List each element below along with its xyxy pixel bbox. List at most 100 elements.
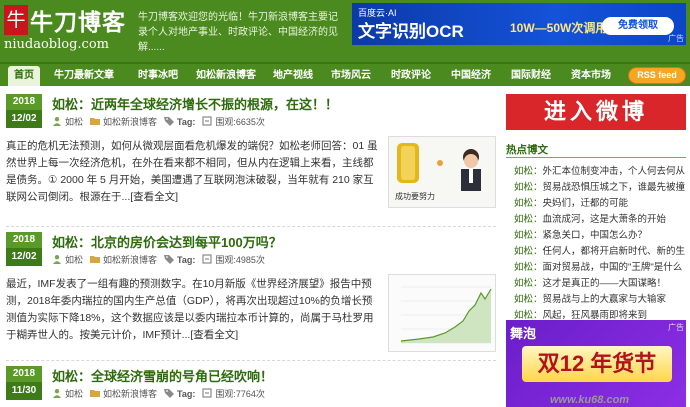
hot-post-author: 如松：: [514, 166, 543, 177]
hot-post-title[interactable]: 任何人，都将开启新时代、新的生: [543, 246, 686, 257]
top-ad-banner[interactable]: 百度云·AI 文字识别OCR 10W—50W次调用 免费领取 广告: [352, 3, 686, 45]
post-category[interactable]: 如松新浪博客: [103, 255, 157, 265]
read-more-link[interactable]: [查看全文]: [130, 191, 178, 203]
main-nav: 首页 牛刀最新文章 时事冰吧 如松新浪博客 地产视线 市场风云 时政评论 中国经…: [0, 62, 690, 86]
post-tag-label: Tag:: [177, 117, 196, 127]
hot-post-title[interactable]: 紧急关口，中国怎么办？: [543, 230, 648, 241]
hot-post-link[interactable]: 如松：贸易战与上的大赢家与大输家: [514, 291, 686, 305]
post-title-link[interactable]: 如松：北京的房价会达到每平100万吗？: [52, 232, 282, 251]
post-day: 12/02: [6, 110, 42, 128]
nav-capital-market[interactable]: 资本市场: [564, 66, 618, 86]
hot-post-title[interactable]: 贸易战与上的大赢家与大输家: [543, 294, 667, 305]
post-item: 2018 12/02 如松：近两年全球经济增长不振的根源，在这！！ 如松 如松新浪…: [6, 94, 496, 226]
post-excerpt: 最近，IMF发表了一组有趣的预测数字。在10月新版《世界经济展望》报告中预测，2…: [6, 276, 378, 344]
post-thumbnail[interactable]: [388, 274, 496, 352]
post-year: 2018: [6, 366, 42, 382]
views-icon: [202, 254, 212, 264]
excerpt-text: 真正的危机无法预测，如何从微观层面看危机爆发的端倪？如松老师回答：01 虽然世界…: [6, 140, 378, 203]
hot-post-title[interactable]: 面对贸易战，中国的"王牌"是什么: [543, 262, 683, 273]
hot-posts-title: 热点博文: [506, 144, 548, 156]
ad-label: 广告: [668, 34, 684, 43]
nav-china-economy[interactable]: 中国经济: [444, 66, 498, 86]
hot-post-link[interactable]: 如松：这才是真正的——大国谋略！: [514, 275, 686, 289]
hot-post-link[interactable]: 如松：任何人，都将开启新时代、新的生: [514, 243, 686, 257]
folder-icon: [90, 118, 101, 125]
site-name[interactable]: 牛刀博客: [30, 3, 126, 37]
post-title-link[interactable]: 如松：全球经济雪崩的号角已经吹响！: [52, 366, 273, 385]
views-icon: [202, 388, 212, 398]
hot-post-link[interactable]: 如松：风起，狂风暴雨即将来到: [514, 307, 686, 321]
hot-post-title[interactable]: 血流成河，这是大萧条的开始: [543, 214, 667, 225]
divider: [6, 360, 496, 361]
post-views: 围观:7764次: [215, 389, 265, 399]
hot-post-author: 如松：: [514, 262, 543, 273]
hot-post-author: 如松：: [514, 198, 543, 209]
site-header: 牛 牛刀博客 niudaoblog.com 牛刀博客欢迎您的光临！牛刀新浪博客主…: [0, 0, 690, 62]
hot-post-link[interactable]: 如松：外汇本位制变冲击，个人何去何从: [514, 163, 686, 177]
post-author[interactable]: 如松: [65, 117, 83, 127]
post-author[interactable]: 如松: [65, 255, 83, 265]
tag-icon: [164, 117, 175, 126]
hot-post-link[interactable]: 如松：贸易战恐惧压城之下，谁最先被撞: [514, 179, 686, 193]
divider: [6, 226, 496, 227]
thumbnail-caption: 成功要努力: [395, 192, 435, 201]
nav-politics[interactable]: 时政评论: [384, 66, 438, 86]
ad2-label: 广告: [668, 323, 684, 332]
thumbnail-chart-image: [389, 275, 495, 351]
hot-post-title[interactable]: 央妈们，迁都的可能: [543, 198, 629, 209]
ad2-brand: 舞泡: [510, 326, 537, 341]
post-meta: 如松 如松新浪博客 Tag: 围观:7764次: [52, 387, 265, 400]
post-tag-label: Tag:: [177, 389, 196, 399]
hot-post-link[interactable]: 如松：血流成河，这是大萧条的开始: [514, 211, 686, 225]
ad2-headline: 双12 年货节: [522, 346, 672, 382]
site-logo[interactable]: 牛: [4, 5, 28, 35]
ad-cta-button[interactable]: 免费领取: [602, 17, 674, 35]
post-category[interactable]: 如松新浪博客: [103, 389, 157, 399]
nav-intl-finance[interactable]: 国际财经: [504, 66, 558, 86]
date-badge: 2018 12/02: [6, 232, 42, 266]
rss-feed-button[interactable]: RSS feed: [628, 67, 686, 84]
post-title-link[interactable]: 如松：近两年全球经济增长不振的根源，在这！！: [52, 94, 338, 113]
nav-sina-blog[interactable]: 如松新浪博客: [190, 66, 262, 86]
hot-post-author: 如松：: [514, 278, 543, 289]
post-item: 2018 11/30 如松：全球经济雪崩的号角已经吹响！ 如松 如松新浪博客 Tag…: [6, 366, 496, 407]
site-domain: niudaoblog.com: [4, 37, 109, 52]
hot-posts-divider: [506, 157, 686, 158]
site-description: 牛刀博客欢迎您的光临！牛刀新浪博客主要记录个人对地产事业、时政评论、中国经济的见…: [138, 12, 338, 53]
post-year: 2018: [6, 94, 42, 110]
date-badge: 2018 11/30: [6, 366, 42, 400]
ad-title: 文字识别OCR: [358, 22, 464, 41]
read-more-link[interactable]: [查看全文]: [190, 329, 238, 341]
post-day: 11/30: [6, 382, 42, 400]
author-icon: [53, 255, 61, 264]
nav-home[interactable]: 首页: [8, 66, 40, 86]
hot-post-link[interactable]: 如松：面对贸易战，中国的"王牌"是什么: [514, 259, 686, 273]
hot-post-link[interactable]: 如松：央妈们，迁都的可能: [514, 195, 686, 209]
nav-real-estate[interactable]: 地产视线: [268, 66, 318, 86]
post-day: 12/02: [6, 248, 42, 266]
post-meta: 如松 如松新浪博客 Tag: 围观:4985次: [52, 253, 265, 266]
ad-subtitle: 10W—50W次调用: [510, 21, 608, 35]
post-meta: 如松 如松新浪博客 Tag: 围观:6635次: [52, 115, 265, 128]
post-thumbnail[interactable]: 成功要努力: [388, 136, 496, 208]
hot-post-title[interactable]: 外汇本位制变冲击，个人何去何从: [543, 166, 686, 177]
nav-latest[interactable]: 牛刀最新文章: [46, 66, 122, 86]
nav-current-affairs[interactable]: 时事冰吧: [128, 66, 188, 86]
post-views: 围观:6635次: [215, 117, 265, 127]
author-icon: [53, 389, 61, 398]
weibo-entry-button[interactable]: 进入微博: [506, 94, 686, 130]
hot-post-author: 如松：: [514, 294, 543, 305]
hot-post-title[interactable]: 这才是真正的——大国谋略！: [543, 278, 667, 289]
watermark: www.ku68.com: [550, 394, 630, 406]
nav-market[interactable]: 市场风云: [324, 66, 378, 86]
folder-icon: [90, 256, 101, 263]
post-excerpt: 真正的危机无法预测，如何从微观层面看危机爆发的端倪？如松老师回答：01 虽然世界…: [6, 138, 378, 206]
post-category[interactable]: 如松新浪博客: [103, 117, 157, 127]
post-item: 2018 12/02 如松：北京的房价会达到每平100万吗？ 如松 如松新浪博客 T…: [6, 232, 496, 362]
hot-post-title[interactable]: 贸易战恐惧压城之下，谁最先被撞: [543, 182, 686, 193]
post-author[interactable]: 如松: [65, 389, 83, 399]
date-badge: 2018 12/02: [6, 94, 42, 128]
hot-post-author: 如松：: [514, 182, 543, 193]
hot-post-link[interactable]: 如松：紧急关口，中国怎么办？: [514, 227, 686, 241]
post-year: 2018: [6, 232, 42, 248]
